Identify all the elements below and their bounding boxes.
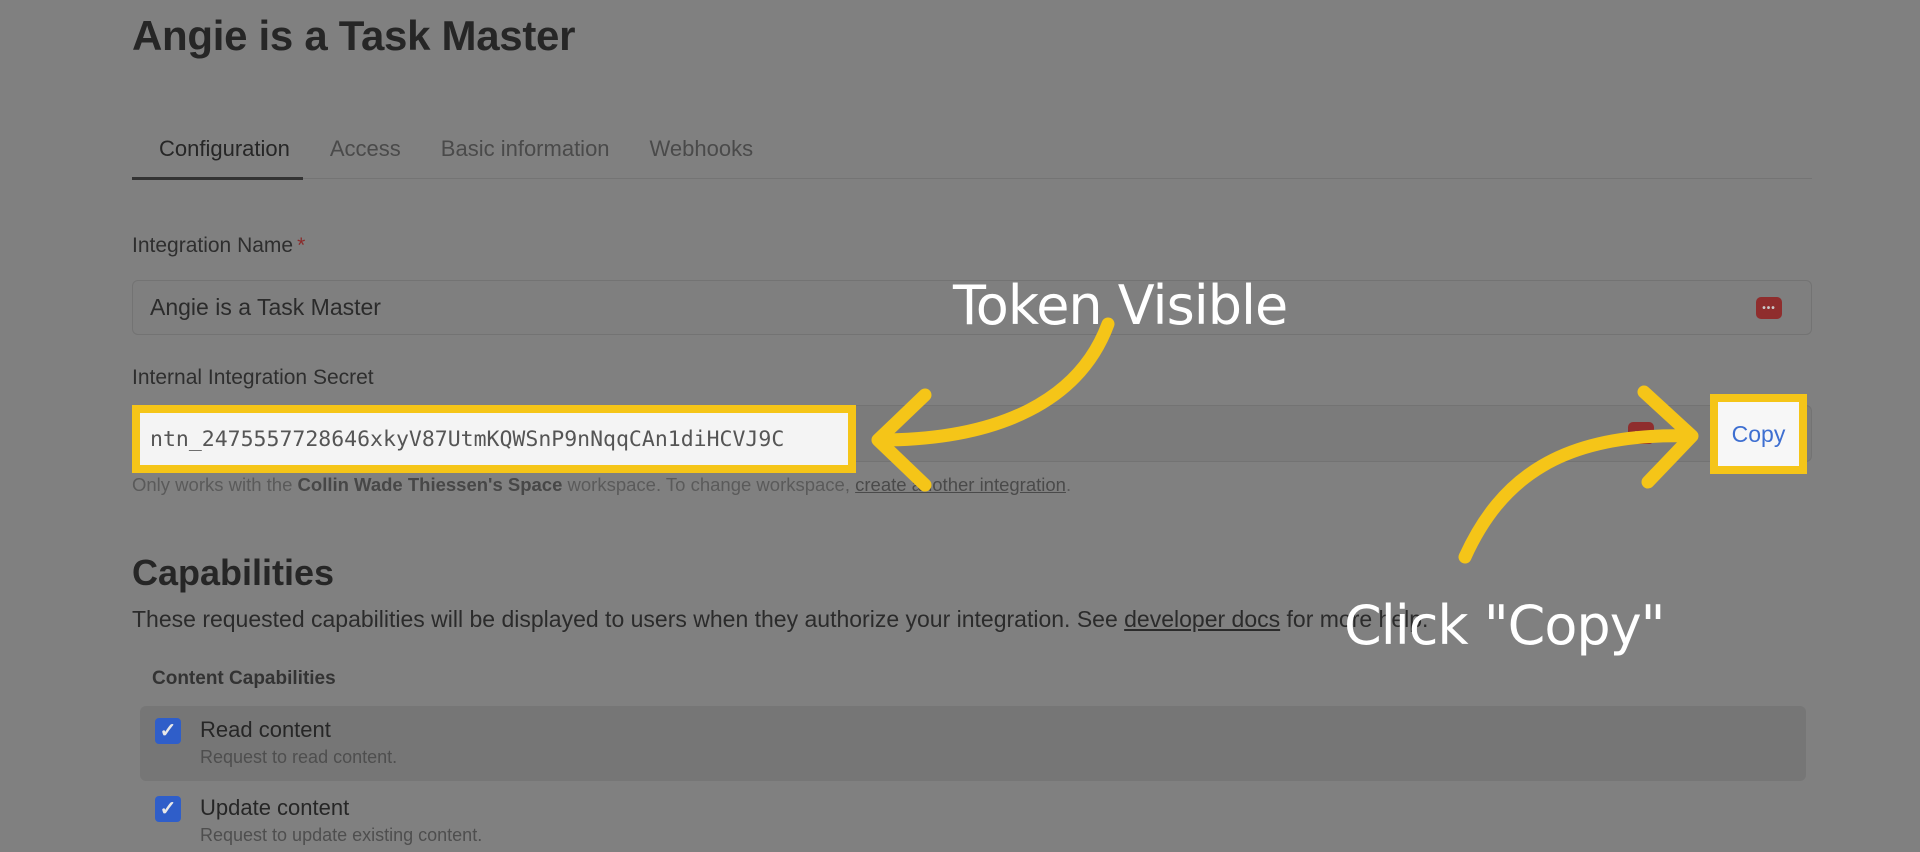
click-copy-annotation: Click "Copy" (1344, 594, 1665, 657)
annotation-arrows (871, 317, 1699, 564)
copy-arrow-icon (1458, 429, 1697, 564)
token-arrow-icon (873, 317, 1115, 447)
token-visible-annotation: Token Visible (953, 274, 1288, 337)
integration-settings-page: Angie is a Task Master Configuration Acc… (0, 0, 1920, 852)
